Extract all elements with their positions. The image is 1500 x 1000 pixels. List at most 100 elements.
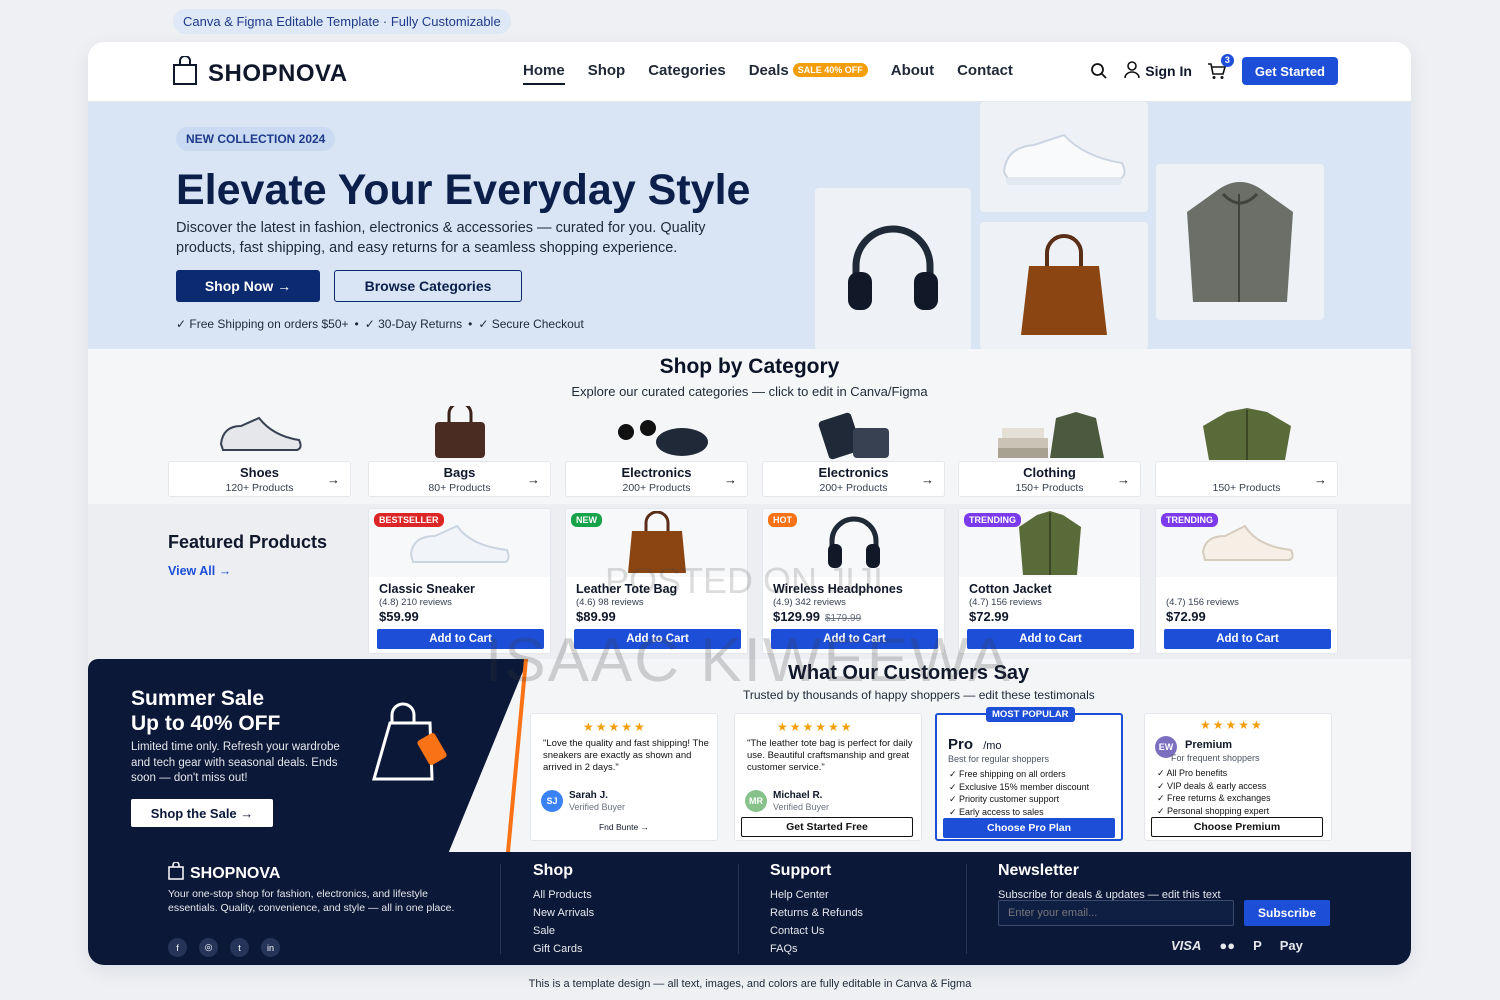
category-card-jackets[interactable]: 150+ Products → — [1155, 404, 1338, 497]
category-card-electronics[interactable]: Electronics 200+ Products → — [565, 404, 748, 497]
category-card-body: 150+ Products → — [1155, 461, 1338, 497]
paypal-icon: P — [1253, 938, 1262, 953]
category-card-body: Electronics 200+ Products → — [762, 461, 945, 497]
search-icon[interactable] — [1088, 60, 1110, 82]
footer-link[interactable]: Returns & Refunds — [770, 904, 863, 922]
footer-divider — [500, 864, 501, 954]
product-badge: BESTSELLER — [374, 513, 444, 527]
menu-item-home[interactable]: Home — [523, 62, 565, 85]
arrow-right-icon: → — [921, 472, 934, 487]
instagram-icon[interactable]: ◎ — [199, 938, 218, 957]
category-card-bags[interactable]: Bags 80+ Products → — [368, 404, 551, 497]
shopping-bag-tag-icon — [370, 701, 456, 788]
footer-link[interactable]: Contact Us — [770, 922, 863, 940]
menu-item-contact[interactable]: Contact — [957, 62, 1013, 85]
product-price: $89.99 — [576, 609, 616, 624]
footer-link[interactable]: FAQs — [770, 940, 863, 958]
category-card-shoes[interactable]: Shoes 120+ Products → — [168, 404, 351, 497]
product-price: $129.99 $179.99 — [773, 609, 861, 624]
menu-item-about[interactable]: About — [891, 62, 934, 85]
sale-description: Limited time only. Refresh your wardrobe… — [131, 741, 340, 784]
product-card[interactable]: HOT Wireless Headphones (4.9) 342 review… — [762, 508, 945, 654]
twitter-icon[interactable]: t — [230, 938, 249, 957]
plan-subtitle: For frequent shoppers — [1171, 753, 1260, 763]
subscribe-button[interactable]: Subscribe — [1244, 900, 1330, 926]
facebook-icon[interactable]: f — [168, 938, 187, 957]
brand-logo[interactable]: SHOPNOVA — [172, 55, 348, 91]
menu-item-categories[interactable]: Categories — [648, 62, 726, 85]
menu-item-shop[interactable]: Shop — [588, 62, 626, 85]
page-frame: SHOPNOVA Home Shop Categories Deals SALE … — [88, 42, 1411, 965]
category-name: Electronics — [818, 465, 889, 480]
add-to-cart-button[interactable]: Add to Cart — [967, 629, 1134, 649]
product-card[interactable]: BESTSELLER Classic Sneaker (4.8) 210 rev… — [368, 508, 551, 654]
plan-feature: ✓ Early access to sales — [949, 806, 1044, 817]
product-rating: (4.8) 210 reviews — [379, 597, 452, 608]
footer-link[interactable]: All Products — [533, 886, 594, 904]
product-card[interactable]: TRENDING (4.7) 156 reviews $72.99 Add to… — [1155, 508, 1338, 654]
plan-feature: ✓ VIP deals & early access — [1157, 780, 1267, 791]
add-to-cart-button[interactable]: Add to Cart — [1164, 629, 1331, 649]
linkedin-icon[interactable]: in — [261, 938, 280, 957]
footer-link[interactable]: Gift Cards — [533, 940, 594, 958]
product-card[interactable]: TRENDING Cotton Jacket (4.7) 156 reviews… — [958, 508, 1141, 654]
add-to-cart-button[interactable]: Add to Cart — [771, 629, 938, 649]
reviewer-name: Michael R. — [773, 790, 823, 801]
product-name: Leather Tote Bag — [576, 582, 678, 596]
footer-brand[interactable]: SHOPNOVA — [168, 861, 280, 885]
menu-item-deals[interactable]: Deals SALE 40% OFF — [749, 62, 868, 85]
get-started-free-button[interactable]: Get Started Free — [741, 817, 913, 837]
newsletter-email-input[interactable] — [998, 900, 1234, 926]
choose-premium-button[interactable]: Choose Premium — [1151, 817, 1323, 837]
footer-divider — [738, 864, 739, 954]
shop-sale-button[interactable]: Shop the Sale → — [131, 799, 273, 827]
template-disclaimer: This is a template design — all text, im… — [528, 978, 972, 990]
footer-link[interactable]: Sale — [533, 922, 594, 940]
view-all-link[interactable]: View All → — [168, 564, 231, 578]
rating-stars: ★★★★★★ — [777, 720, 854, 734]
social-links: f ◎ t in — [168, 938, 280, 957]
plan-feature: ✓ Free returns & exchanges — [1157, 793, 1271, 803]
perk-returns: ✓ 30-Day Returns — [364, 317, 463, 331]
plan-features: ✓ All Pro benefits ✓ VIP deals & early a… — [1157, 767, 1271, 817]
choose-pro-button[interactable]: Choose Pro Plan — [943, 818, 1115, 838]
clothing-image — [958, 404, 1141, 460]
template-pill: Canva & Figma Editable Template · Fully … — [173, 9, 511, 34]
category-count: 200+ Products — [819, 482, 888, 494]
browse-categories-button[interactable]: Browse Categories — [334, 270, 522, 302]
footer-link[interactable]: Help Center — [770, 886, 863, 904]
get-started-button[interactable]: Get Started — [1241, 57, 1338, 85]
plan-feature: ✓ Free shipping on all orders — [949, 769, 1066, 779]
plan-subtitle: Best for regular shoppers — [948, 754, 1050, 764]
category-card-body: Clothing 150+ Products → — [958, 461, 1141, 497]
add-to-cart-button[interactable]: Add to Cart — [574, 629, 741, 649]
category-count: 150+ Products — [1212, 482, 1281, 494]
top-navbar: SHOPNOVA Home Shop Categories Deals SALE … — [88, 42, 1411, 102]
testimonial-quote: "Love the quality and fast shipping! The… — [543, 738, 709, 773]
hero-section: NEW COLLECTION 2024 Elevate Your Everyda… — [88, 102, 1411, 350]
testimonial-card: ★★★★★★ "The leather tote bag is perfect … — [734, 713, 922, 841]
product-name: Classic Sneaker — [379, 582, 475, 596]
product-badge: NEW — [571, 513, 602, 527]
category-card-body: Bags 80+ Products → — [368, 461, 551, 497]
arrow-right-icon: → — [527, 472, 540, 487]
add-to-cart-button[interactable]: Add to Cart — [377, 629, 544, 649]
product-rating: (4.6) 98 reviews — [576, 597, 644, 608]
product-card[interactable]: NEW Leather Tote Bag (4.6) 98 reviews $8… — [565, 508, 748, 654]
footer-link[interactable]: New Arrivals — [533, 904, 594, 922]
pricing-card-premium: ★★★★★ EW Premium For frequent shoppers ✓… — [1144, 713, 1332, 841]
main-menu: Home Shop Categories Deals SALE 40% OFF A… — [523, 62, 1013, 85]
promo-testimonials-section: Summer Sale Up to 40% OFF Limited time o… — [88, 659, 1411, 852]
payment-methods: VISA ●● P Pay — [1171, 938, 1303, 953]
shopping-bag-icon — [172, 55, 198, 91]
read-more-link[interactable]: Fnd Bunte → — [531, 822, 717, 832]
sign-in-link[interactable]: Sign In — [1124, 60, 1192, 82]
shop-now-button[interactable]: Shop Now → — [176, 270, 320, 302]
product-rating: (4.7) 156 reviews — [1166, 597, 1239, 608]
category-card-electronics-2[interactable]: Electronics 200+ Products → — [762, 404, 945, 497]
featured-products-section: Featured Products View All → BESTSELLER … — [88, 504, 1411, 659]
price-current: $129.99 — [773, 609, 820, 624]
cart-icon[interactable]: 3 — [1206, 54, 1234, 82]
nav-actions: Sign In 3 Get Started — [1088, 54, 1338, 85]
category-card-clothing[interactable]: Clothing 150+ Products → — [958, 404, 1141, 497]
